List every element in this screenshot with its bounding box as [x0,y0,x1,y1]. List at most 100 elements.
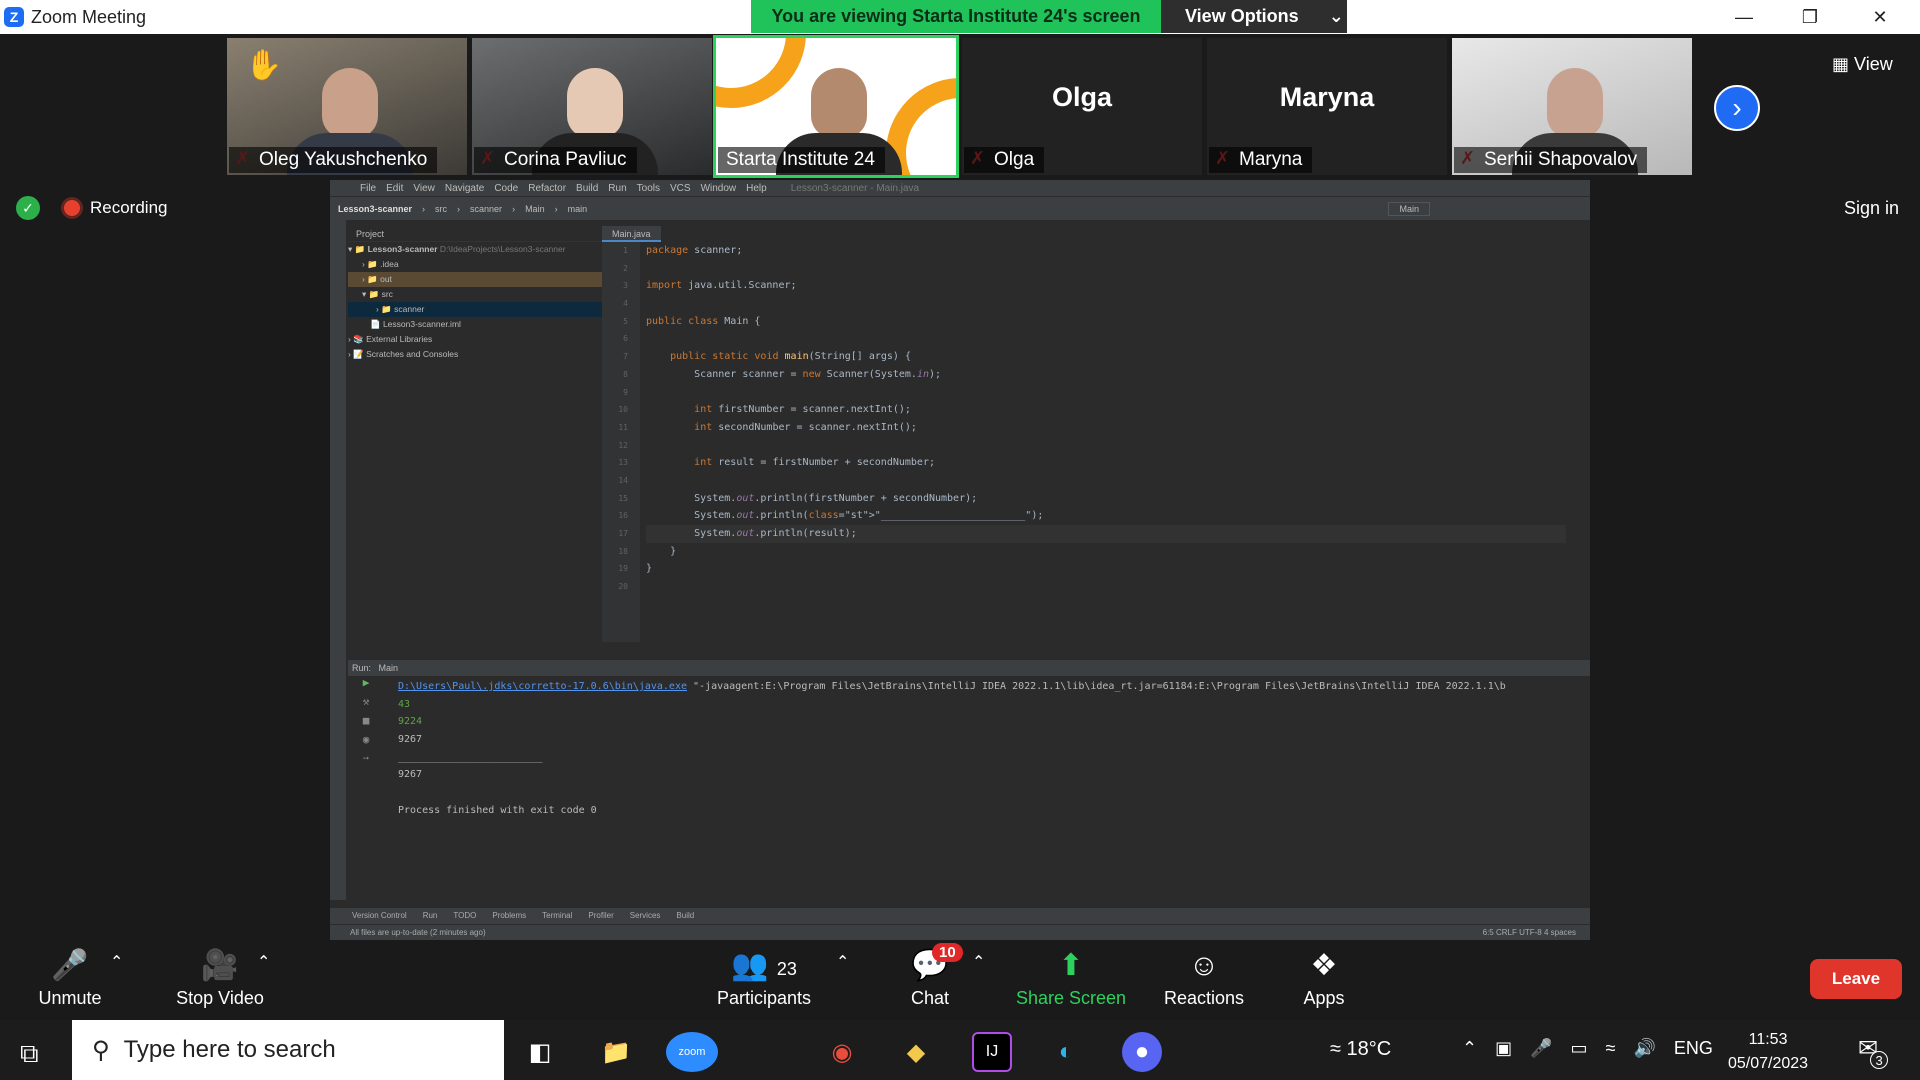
discord-icon[interactable]: ● [1122,1032,1162,1072]
video-options-caret[interactable]: ⌃ [257,952,270,972]
meet-now-icon[interactable]: ▣ [1495,1038,1512,1059]
chat-label: Chat [910,988,950,1008]
participant-tile[interactable]: Olga ✗ Olga [962,38,1202,175]
microphone-icon[interactable]: 🎤 [1530,1038,1552,1059]
minimize-button[interactable]: — [1716,0,1772,34]
file-explorer-icon[interactable]: 📁 [596,1032,636,1072]
sign-in-link[interactable]: Sign in [1844,198,1899,219]
intellij-icon[interactable]: IJ [972,1032,1012,1072]
breadcrumb-src[interactable]: src [435,204,447,214]
wifi-icon[interactable]: ≈ [1606,1038,1616,1059]
project-panel-header[interactable]: Project [348,226,602,242]
ide-menu-file[interactable]: File [360,183,376,194]
participants-options-caret[interactable]: ⌃ [836,952,849,972]
line-number: 10 [618,405,628,415]
chat-options-caret[interactable]: ⌃ [972,952,985,972]
ide-menu-run[interactable]: Run [608,183,626,194]
tool-tab-terminal[interactable]: Terminal [542,908,572,924]
weather-widget[interactable]: ≈ 18°C [1330,1038,1391,1061]
ide-menu-help[interactable]: Help [746,183,767,194]
tool-tab-version-control[interactable]: Version Control [352,908,407,924]
reactions-button[interactable]: ☺ Reactions [1160,948,1248,1012]
ide-menu-window[interactable]: Window [701,183,737,194]
java-path-link[interactable]: D:\Users\Paul\.jdks\corretto-17.0.6\bin\… [398,681,687,692]
breadcrumb-method[interactable]: main [568,204,588,214]
pin-icon[interactable]: ➙ [348,752,384,771]
share-screen-icon: ⬆ [1058,949,1084,982]
notification-center-icon[interactable]: ✉ 3 [1858,1034,1889,1069]
zoom-taskbar-icon[interactable]: zoom [666,1032,718,1072]
participant-tile-active-speaker[interactable]: Starta Institute 24 [713,35,959,178]
ide-menu-build[interactable]: Build [576,183,598,194]
participants-button[interactable]: 👥 23 Participants [712,948,816,1012]
code-editor[interactable]: package scanner; import java.util.Scanner… [646,242,1566,596]
task-view-icon[interactable]: ◧ [520,1032,560,1072]
volume-icon[interactable]: 🔊 [1633,1038,1655,1059]
participant-name: Serhii Shapovalov [1454,147,1648,173]
code-line: System.out.println(class="st">"_________… [646,510,1044,522]
share-screen-button[interactable]: ⬆ Share Screen [1014,948,1128,1012]
participant-tile[interactable]: ✋ ✗ Oleg Yakushchenko [227,38,467,175]
ide-menu-tools[interactable]: Tools [637,183,660,194]
edge-icon[interactable]: ◐ [1046,1032,1086,1072]
status-right-info[interactable]: 6:5 CRLF UTF-8 4 spaces [1483,925,1576,940]
tree-item-out[interactable]: › 📁 out [348,272,602,287]
restore-button[interactable]: ❐ [1782,0,1838,34]
participant-tile[interactable]: ✗ Serhii Shapovalov [1452,38,1692,175]
tool-tab-problems[interactable]: Problems [492,908,526,924]
ide-menu-refactor[interactable]: Refactor [528,183,566,194]
shared-screen-ide[interactable]: File Edit View Navigate Code Refactor Bu… [330,180,1590,940]
tool-tab-todo[interactable]: TODO [453,908,476,924]
close-button[interactable]: ✕ [1852,0,1908,34]
breadcrumb-project[interactable]: Lesson3-scanner [338,204,412,214]
breadcrumb-class[interactable]: Main [525,204,545,214]
ide-menu-vcs[interactable]: VCS [670,183,691,194]
project-tree: ▾ 📁 Lesson3-scanner D:\IdeaProjects\Less… [348,242,602,362]
apps-button[interactable]: ❖ Apps [1296,948,1352,1012]
tool-tab-build[interactable]: Build [676,908,694,924]
rerun-icon[interactable]: ▶ [348,676,384,695]
ide-menu-edit[interactable]: Edit [386,183,403,194]
recording-indicator[interactable]: ✓ Recording [16,196,168,220]
windows-start-icon[interactable]: ⧉ [20,1038,39,1070]
tree-item-idea[interactable]: › 📁 .idea [348,257,602,272]
tree-item-external-libraries[interactable]: › 📚 External Libraries [348,332,602,347]
git-tool-icon[interactable]: ◆ [896,1032,936,1072]
taskbar-clock[interactable]: 11:53 05/07/2023 [1728,1028,1808,1076]
run-tab[interactable]: Main [379,663,399,673]
unmute-button[interactable]: 🎤 Unmute [30,948,110,1012]
tree-item-project[interactable]: ▾ 📁 Lesson3-scanner D:\IdeaProjects\Less… [348,242,602,257]
ide-menu-code[interactable]: Code [494,183,518,194]
run-console[interactable]: D:\Users\Paul\.jdks\corretto-17.0.6\bin\… [398,678,1588,820]
wrench-icon[interactable]: ⚒ [348,695,384,714]
view-button[interactable]: ▦ View [1832,54,1893,75]
breadcrumb-package[interactable]: scanner [470,204,502,214]
taskbar-search-box[interactable]: ⚲ Type here to search [72,1020,504,1080]
language-indicator[interactable]: ENG [1674,1038,1713,1059]
next-page-button[interactable]: › [1714,85,1760,131]
battery-icon[interactable]: ▭ [1571,1038,1588,1059]
ide-breadcrumb: Lesson3-scanner › src › scanner › Main ›… [330,196,1590,220]
tree-item-scanner[interactable]: › 📁 scanner [348,302,602,317]
tree-item-src[interactable]: ▾ 📁 src [348,287,602,302]
editor-tab[interactable]: Main.java [602,226,661,242]
ide-menu-navigate[interactable]: Navigate [445,183,484,194]
ide-menu-view[interactable]: View [413,183,435,194]
chevron-up-icon[interactable]: ⌃ [1462,1038,1477,1059]
muted-mic-icon: 🎤 [51,949,89,982]
chrome-icon[interactable]: ◉ [822,1032,862,1072]
tool-tab-profiler[interactable]: Profiler [588,908,613,924]
tool-tab-services[interactable]: Services [630,908,661,924]
tool-tab-run[interactable]: Run [423,908,438,924]
view-options-label: View Options [1185,6,1299,26]
leave-button[interactable]: Leave [1810,959,1902,999]
run-config-select[interactable]: Main [1388,202,1430,216]
participant-tile[interactable]: ✗ Corina Pavliuc [472,38,712,175]
tree-item-iml[interactable]: 📄 Lesson3-scanner.iml [348,317,602,332]
stop-icon[interactable]: ■ [348,714,384,733]
camera-icon[interactable]: ◉ [348,733,384,752]
tree-item-scratches[interactable]: › 📝 Scratches and Consoles [348,347,602,362]
view-options-button[interactable]: View Options ⌄ [1161,0,1347,33]
audio-options-caret[interactable]: ⌃ [110,952,123,972]
participant-tile[interactable]: Maryna ✗ Maryna [1207,38,1447,175]
